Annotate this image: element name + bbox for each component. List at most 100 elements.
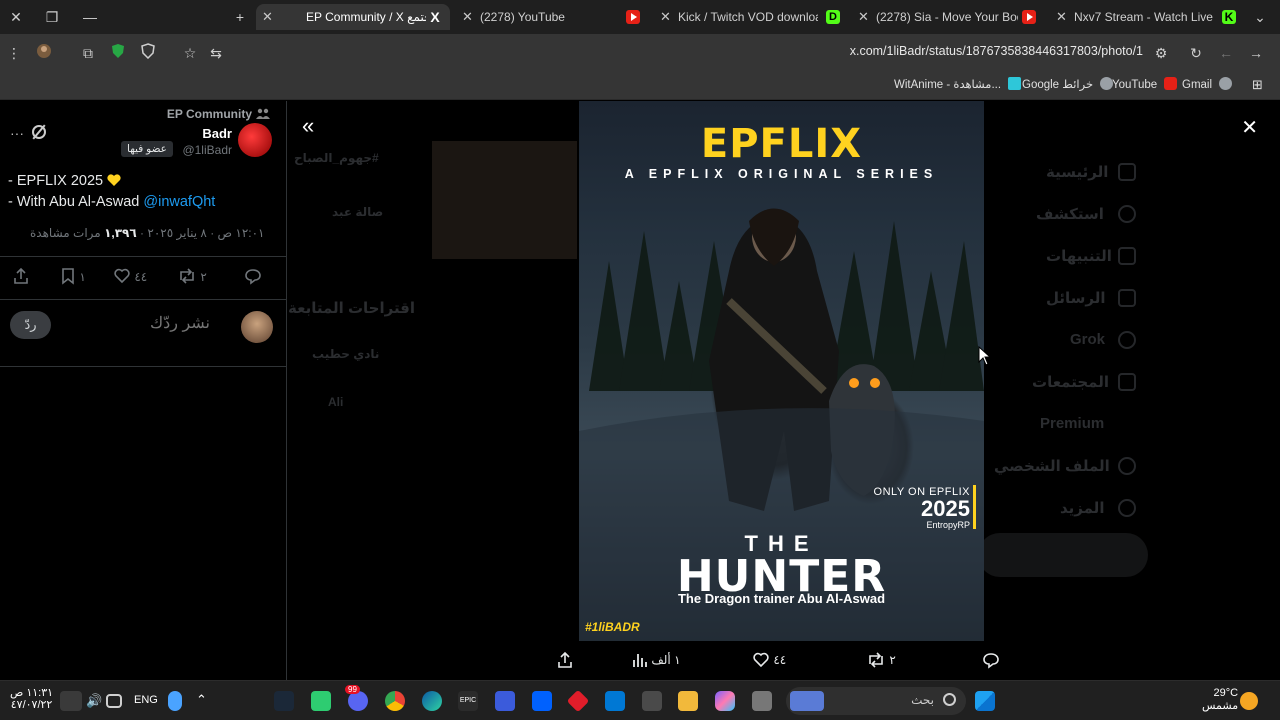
tab-search-chevron-icon[interactable]: ⌄	[1248, 6, 1272, 28]
kick-icon: K	[1222, 10, 1236, 24]
taskbar-search[interactable]: بحث	[786, 687, 966, 715]
close-viewer-icon[interactable]: ✕	[1241, 115, 1258, 140]
close-tab-icon[interactable]: ✕	[262, 4, 273, 30]
minimize-window-icon[interactable]: —	[78, 6, 102, 28]
app-icon[interactable]	[566, 689, 590, 713]
author-handle[interactable]: @1liBadr	[182, 143, 232, 157]
close-window-icon[interactable]: ✕	[4, 6, 28, 28]
more-options-icon[interactable]: ···	[10, 125, 24, 141]
viewer-retweet-button[interactable]: ٢	[866, 649, 896, 671]
profile-icon	[1118, 457, 1136, 475]
current-user-avatar	[241, 311, 273, 343]
collapse-panel-icon[interactable]: «	[302, 113, 314, 139]
menu-dots-icon[interactable]: ⋮	[4, 43, 24, 63]
who-to-follow-heading: اقتراحات المتابعة	[288, 300, 416, 317]
youtube-icon	[626, 10, 640, 24]
bookmark-gmail[interactable]: Gmail	[1182, 77, 1233, 93]
retweet-button[interactable]: ٢	[177, 267, 207, 287]
bookmark-google-maps[interactable]: Google خرائط	[1022, 77, 1114, 93]
youtube-icon	[1164, 77, 1178, 90]
reply-submit-button[interactable]: ردّ	[10, 311, 51, 339]
nav-communities: المجتمعات	[1032, 374, 1109, 391]
like-button[interactable]: ٤٤	[113, 267, 147, 287]
tab-sia-video[interactable]: ✕ (2278) Sia - Move Your Body (A	[852, 4, 1042, 30]
privacy-shield-icon[interactable]	[138, 43, 158, 63]
network-icon[interactable]	[106, 694, 122, 708]
adblock-shield-icon[interactable]	[108, 43, 128, 63]
viewer-reply-button[interactable]	[982, 649, 1000, 671]
store-icon[interactable]	[642, 691, 662, 711]
restore-window-icon[interactable]: ❐	[40, 6, 64, 28]
nav-profile: الملف الشخصي	[994, 458, 1110, 475]
suggestion-item: Ali	[328, 395, 344, 409]
mention-link[interactable]: @inwafQht	[143, 194, 215, 210]
discord-icon[interactable]	[348, 691, 368, 711]
tab-youtube[interactable]: ✕ (2278) YouTube	[456, 4, 646, 30]
tweet-timestamp[interactable]: ١٢:٠١ ص · ٨ يناير ٢٠٢٥ ·	[137, 226, 264, 240]
reload-icon[interactable]: ↻	[1186, 43, 1206, 63]
back-icon[interactable]: ←	[1216, 43, 1236, 63]
tab-kick-stream[interactable]: ✕ Nxv7 Stream - Watch Live on Ki K	[1050, 4, 1240, 30]
clock[interactable]: ١١:٣١ ص ٤٧/٠٧/٢٢	[10, 687, 53, 711]
epic-games-icon[interactable]: EPIC	[458, 691, 478, 711]
chrome-icon[interactable]	[385, 691, 405, 711]
grok-explain-icon[interactable]	[32, 125, 46, 139]
volume-icon[interactable]: 🔊	[86, 693, 102, 709]
communities-icon	[1118, 373, 1136, 391]
start-windows-icon[interactable]	[975, 691, 995, 711]
profile-icon[interactable]	[34, 43, 54, 63]
community-label[interactable]: EP Community	[167, 107, 252, 121]
tweet-actions: ١ ٤٤ ٢	[0, 267, 287, 289]
bookmark-button[interactable]: ١	[60, 267, 86, 287]
close-tab-icon[interactable]: ✕	[858, 4, 869, 30]
language-indicator[interactable]: ENG	[134, 694, 158, 706]
author-name[interactable]: Badr	[202, 126, 232, 141]
copilot-icon[interactable]	[715, 691, 735, 711]
file-explorer-icon[interactable]	[678, 691, 698, 711]
share-page-icon[interactable]: ⇆	[206, 43, 226, 63]
downloader-icon: D	[826, 10, 840, 24]
app-icon[interactable]	[311, 691, 331, 711]
close-tab-icon[interactable]: ✕	[1056, 4, 1067, 30]
mail-icon	[1118, 289, 1136, 307]
steam-icon[interactable]	[274, 691, 294, 711]
views-count: ١,٣٩٦	[104, 226, 137, 240]
extensions-icon[interactable]: ⧉	[78, 43, 98, 63]
bookmark-witanime[interactable]: WitAnime - مشاهدة...	[894, 77, 1022, 93]
share-button[interactable]	[12, 267, 30, 287]
tab-kick-downloader[interactable]: ✕ Kick / Twitch VOD downloader D	[654, 4, 844, 30]
microphone-icon[interactable]	[168, 691, 182, 711]
app-icon[interactable]	[495, 691, 515, 711]
all-bookmarks-icon[interactable]: ⊞	[1252, 77, 1263, 93]
media-image[interactable]: EPFLIX A EPFLIX ORIGINAL SERIES ONLY ON …	[579, 101, 984, 641]
app-icon[interactable]	[752, 691, 772, 711]
site-settings-icon[interactable]: ⚙	[1151, 43, 1171, 63]
close-tab-icon[interactable]: ✕	[462, 4, 473, 30]
new-tab-icon[interactable]: +	[228, 6, 252, 28]
poster-accent-bar	[973, 485, 976, 529]
bookmark-star-icon[interactable]: ☆	[180, 43, 200, 63]
weather-temperature: 29°C	[1213, 687, 1239, 699]
tray-overflow-icon[interactable]: ⌃	[196, 692, 207, 708]
dropbox-icon[interactable]	[532, 691, 552, 711]
battery-icon[interactable]	[60, 691, 82, 711]
weather-widget[interactable]: 29°C مشمس	[1202, 687, 1238, 713]
bookmark-youtube[interactable]: YouTube	[1112, 77, 1178, 93]
mail-app-icon[interactable]	[605, 691, 625, 711]
reply-action-button[interactable]	[244, 267, 262, 287]
community-icon	[256, 108, 270, 119]
edge-icon[interactable]	[422, 691, 442, 711]
close-tab-icon[interactable]: ✕	[660, 4, 671, 30]
reply-input[interactable]	[60, 315, 210, 333]
forward-icon[interactable]: →	[1246, 43, 1266, 63]
bookmark-label: Gmail	[1182, 79, 1213, 91]
tab-ep-community[interactable]: ✕ EP Community / X المجتمع X	[256, 4, 450, 30]
tweet-line-1: - EPFLIX 2025	[8, 173, 104, 189]
viewer-views[interactable]: ١ ألف	[632, 649, 681, 671]
address-bar[interactable]: x.com/1liBadr/status/1876735838446317803…	[700, 44, 1143, 58]
viewer-like-button[interactable]: ٤٤	[752, 649, 786, 671]
viewer-share-button[interactable]	[556, 649, 574, 671]
author-avatar[interactable]	[238, 123, 272, 157]
divider	[0, 256, 287, 257]
viewer-actions: ١ ألف ٤٤ ٢	[288, 649, 1280, 673]
